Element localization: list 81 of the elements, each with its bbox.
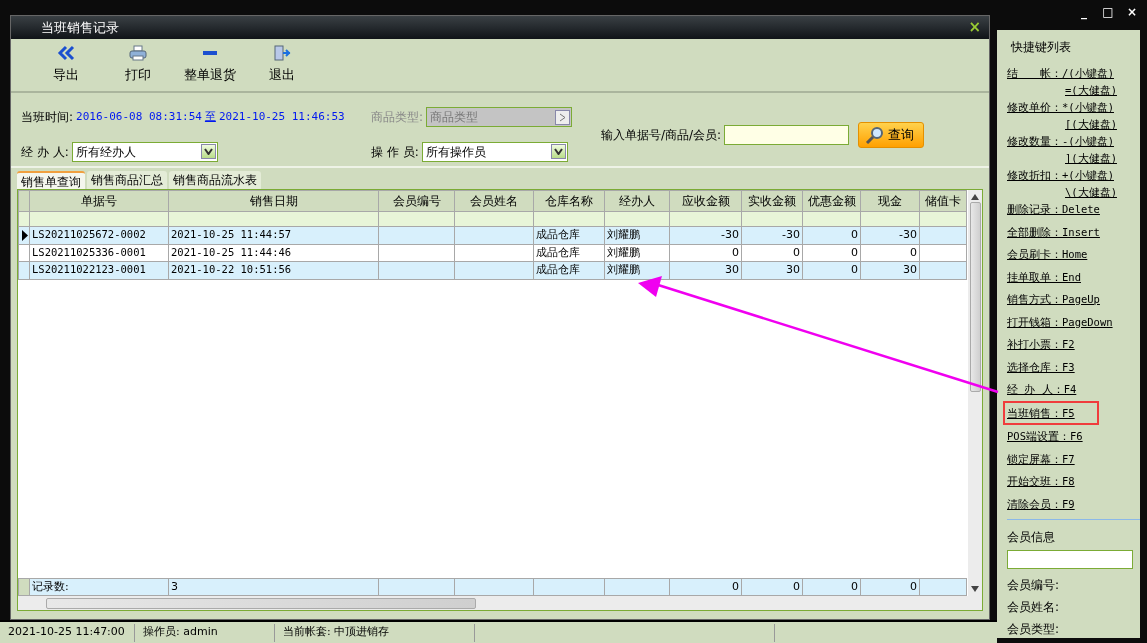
tab[interactable]: 销售商品汇总 bbox=[87, 171, 167, 189]
shortcut-link[interactable]: 开始交班：F8 bbox=[1003, 472, 1079, 490]
double-chevron-icon bbox=[57, 45, 75, 61]
return-button[interactable]: 整单退货 bbox=[175, 45, 245, 91]
shortcut-link[interactable]: 选择仓库：F3 bbox=[1003, 357, 1079, 376]
export-button[interactable]: 导出 bbox=[31, 45, 101, 91]
operator-label: 操 作 员: bbox=[371, 143, 419, 161]
search-button[interactable]: 查询 bbox=[858, 121, 925, 148]
member-field-label: 会员类型: bbox=[1007, 621, 1061, 638]
handler-dropdown[interactable]: 所有经办人 bbox=[71, 141, 218, 162]
shortcut-link[interactable]: 删除记录：Delete bbox=[1003, 200, 1104, 218]
shortcut-link[interactable]: 锁定屏幕：F7 bbox=[1003, 449, 1079, 468]
shortcut-link[interactable]: 经 办 人：F4 bbox=[1003, 380, 1081, 398]
exit-button[interactable]: 退出 bbox=[247, 45, 317, 91]
member-field-label: 会员姓名: bbox=[1007, 599, 1061, 616]
footer-cell: 0 bbox=[802, 578, 861, 596]
window-control[interactable]: × bbox=[1125, 3, 1139, 30]
member-info-title: 会员信息 bbox=[1007, 529, 1056, 546]
footer-cell: 0 bbox=[741, 578, 803, 596]
shortcut-link[interactable]: 全部删除：Insert bbox=[1003, 222, 1104, 241]
shortcut-link[interactable]: 修改单价：*(小键盘) bbox=[1003, 98, 1118, 116]
tab[interactable]: 销售单查询 bbox=[17, 171, 85, 189]
search-field[interactable] bbox=[724, 124, 850, 145]
shortcut-link[interactable]: [(大健盘) bbox=[1061, 116, 1121, 132]
vertical-scrollbar[interactable] bbox=[968, 190, 982, 596]
shortcut-link[interactable]: POS端设置：F6 bbox=[1003, 427, 1087, 445]
column-header: 实收金额 bbox=[741, 190, 803, 212]
exit-door-icon bbox=[273, 45, 291, 61]
shortcut-link[interactable]: 清除会员：F9 bbox=[1003, 494, 1079, 513]
member-field-label: 会员编号: bbox=[1007, 577, 1061, 594]
scroll-down-icon bbox=[971, 586, 979, 592]
printer-icon bbox=[129, 45, 147, 61]
row-indicator[interactable] bbox=[18, 226, 30, 244]
column-header: 仓库名称 bbox=[533, 190, 605, 212]
shortcut-link[interactable]: 修改折扣：+(小键盘) bbox=[1003, 166, 1118, 184]
scroll-up-icon bbox=[971, 194, 979, 200]
date-link[interactable]: 至 bbox=[204, 109, 216, 126]
shortcut-link[interactable]: 补打小票：F2 bbox=[1003, 335, 1079, 353]
shortcut-link[interactable]: ](大健盘) bbox=[1061, 150, 1121, 166]
shortcut-link[interactable]: 打开钱箱：PageDown bbox=[1003, 312, 1117, 331]
shift-time-label: 当班时间: bbox=[21, 109, 74, 127]
shortcut-link[interactable]: 会员刷卡：Home bbox=[1003, 245, 1092, 263]
shortcut-link[interactable]: 挂单取单：End bbox=[1003, 267, 1085, 286]
window-control[interactable]: _ bbox=[1077, 3, 1091, 30]
print-button[interactable]: 打印 bbox=[103, 45, 173, 91]
close-button[interactable]: × bbox=[968, 20, 981, 35]
panel-title: 快捷键列表 bbox=[1011, 39, 1072, 56]
shortcut-link[interactable]: \(大健盘) bbox=[1061, 184, 1121, 200]
member-card-field[interactable] bbox=[1007, 550, 1133, 569]
shortcut-link[interactable]: 结 帐：/(小键盘) bbox=[1003, 64, 1118, 82]
footer-cell: 3 bbox=[168, 578, 379, 596]
column-header: 单据号 bbox=[29, 190, 169, 212]
shortcut-link[interactable]: 销售方式：PageUp bbox=[1003, 290, 1104, 308]
column-header: 会员编号 bbox=[378, 190, 455, 212]
footer-cell: 记录数: bbox=[29, 578, 169, 596]
shift-end-time: 2021-10-25 11:46:53 bbox=[218, 109, 345, 125]
shortcut-link[interactable]: =(大健盘) bbox=[1061, 82, 1121, 98]
handler-label: 经 办 人: bbox=[21, 143, 69, 161]
tab[interactable]: 销售商品流水表 bbox=[169, 171, 261, 189]
horizontal-scrollbar[interactable] bbox=[18, 596, 982, 610]
window-control[interactable]: □ bbox=[1101, 3, 1115, 30]
dialog-title: 当班销售记录 bbox=[41, 18, 119, 37]
search-icon bbox=[865, 125, 886, 144]
status-text: 操作员: admin bbox=[135, 623, 275, 642]
footer-cell: 0 bbox=[669, 578, 742, 596]
column-header: 储值卡 bbox=[919, 190, 967, 212]
footer-cell: 0 bbox=[860, 578, 920, 596]
column-header: 销售日期 bbox=[168, 190, 379, 212]
column-header: 经办人 bbox=[604, 190, 670, 212]
shortcut-link[interactable]: 修改数量：-(小键盘) bbox=[1003, 132, 1118, 150]
shift-start-time: 2016-06-08 08:31:54 bbox=[76, 109, 202, 125]
shortcut-link[interactable]: 当班销售：F5 bbox=[1003, 400, 1099, 425]
search-label: 输入单据号/商品/会员: bbox=[601, 126, 722, 144]
status-text: 2021-10-25 11:47:00 bbox=[0, 623, 135, 642]
column-header: 现金 bbox=[860, 190, 920, 212]
column-header: 应收金额 bbox=[669, 190, 742, 212]
operator-dropdown[interactable]: 所有操作员 bbox=[421, 141, 568, 162]
column-header: 会员姓名 bbox=[454, 190, 534, 212]
status-text: 当前帐套: 中顶进销存 bbox=[275, 623, 475, 642]
column-header: 优惠金额 bbox=[802, 190, 861, 212]
category-label: 商品类型: bbox=[371, 109, 424, 127]
